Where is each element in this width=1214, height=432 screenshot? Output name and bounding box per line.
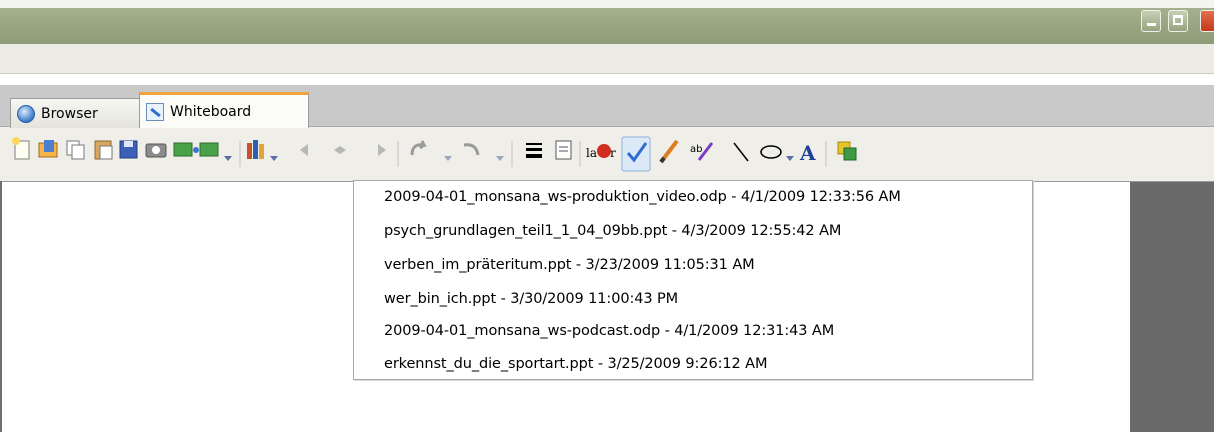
title-bar [0,0,1214,44]
save-icon[interactable] [119,140,138,159]
highlighter-icon[interactable]: ab [690,142,714,161]
minimize-icon [1147,23,1156,26]
laser-icon[interactable]: la r [586,144,616,160]
recent-documents-dropdown: 2009-04-01_monsana_ws-produktion_video.o… [353,180,1033,380]
tab-browser-label: Browser [41,105,98,122]
copy-icon[interactable] [66,140,85,160]
present-icon[interactable] [173,142,219,157]
shape-dropdown-icon[interactable] [786,156,794,161]
svg-text:r: r [610,146,616,160]
title-bar-top-strip [0,0,1214,8]
globe-icon [17,104,35,123]
tab-whiteboard[interactable]: Whiteboard [139,92,309,128]
ellipse-icon[interactable] [760,145,782,159]
present-dropdown-icon[interactable] [224,156,232,161]
line-width-icon[interactable] [526,143,542,158]
recent-document-item[interactable]: 2009-04-01_monsana_ws-podcast.odp - 4/1/… [384,319,834,343]
maximize-button[interactable] [1168,10,1188,32]
document-list-dropdown-icon[interactable] [270,156,278,161]
svg-text:ab: ab [690,144,702,155]
tab-whiteboard-label: Whiteboard [170,103,252,120]
svg-text:la: la [586,146,597,160]
undo-dropdown-icon[interactable] [444,156,452,161]
previous-icon[interactable] [300,144,308,156]
undo-icon[interactable] [410,140,427,156]
recent-document-item[interactable]: psych_grundlagen_teil1_1_04_09bb.ppt - 4… [384,219,841,243]
redo-dropdown-icon[interactable] [496,156,504,161]
minimize-button[interactable] [1141,10,1161,32]
maximize-icon [1173,15,1183,25]
next-icon[interactable] [378,144,386,156]
canvas-left-border [0,181,2,432]
recent-document-item[interactable]: erkennst_du_die_sportart.ppt - 3/25/2009… [384,352,767,376]
whiteboard-toolbar: la r ab A [0,129,1214,181]
recent-document-item[interactable]: 2009-04-01_monsana_ws-produktion_video.o… [384,185,901,209]
document-icon[interactable] [555,140,572,160]
tab-browser[interactable]: Browser [10,98,140,128]
sync-icon[interactable] [837,141,857,161]
document-list-icon[interactable] [247,140,264,159]
pen-icon[interactable] [659,139,679,164]
whiteboard-icon [146,102,164,121]
menu-bar [0,44,1214,74]
side-panel [1130,182,1214,432]
recent-document-item[interactable]: wer_bin_ich.ppt - 3/30/2009 11:00:43 PM [384,287,678,311]
recent-document-item[interactable]: verben_im_präteritum.ppt - 3/23/2009 11:… [384,253,755,277]
line-icon[interactable] [733,142,749,162]
check-tool-selection [621,136,651,172]
snapshot-icon[interactable] [145,143,167,158]
toolbar-icons: la r ab A [12,136,857,172]
redo-icon[interactable] [463,143,480,156]
new-icon[interactable] [12,137,30,160]
paste-icon[interactable] [94,140,113,160]
open-icon[interactable] [38,140,58,158]
navigate-icon[interactable] [334,146,346,154]
text-icon[interactable]: A [799,141,816,165]
close-button[interactable] [1200,10,1214,32]
